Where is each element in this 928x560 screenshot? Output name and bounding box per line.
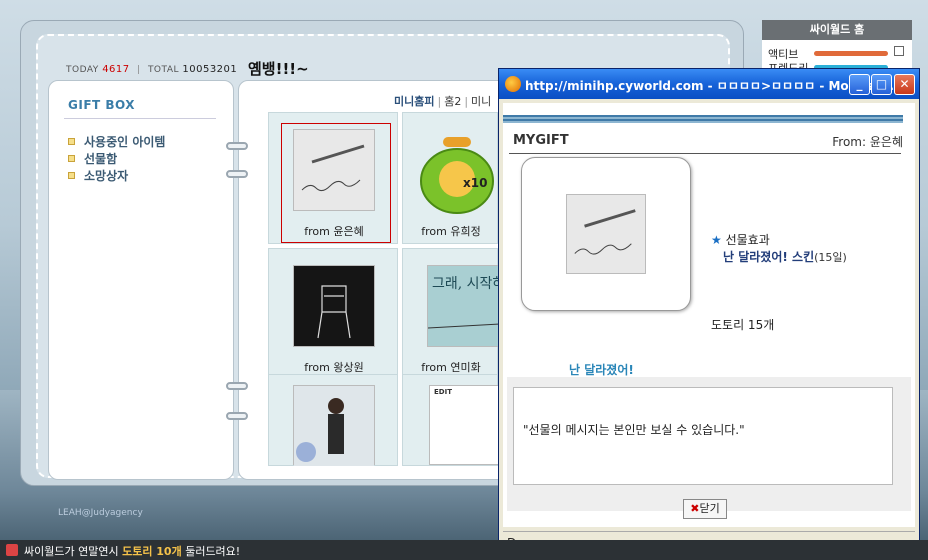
minus-icon[interactable] <box>894 46 904 56</box>
binder-ring <box>226 382 248 390</box>
effect-label: ★ 선물효과 <box>711 231 770 248</box>
total-count: 10053201 <box>182 64 238 75</box>
total-label: TOTAL <box>147 65 179 75</box>
notice-highlight: 도토리 10개 <box>122 545 182 558</box>
effect-duration: (15일) <box>814 251 847 264</box>
gift-item[interactable]: from 왕상원 <box>268 248 398 380</box>
menu-item-label: 소망상자 <box>84 169 129 183</box>
effect-name: 난 달라졌어! 스킨(15일) <box>723 248 847 265</box>
menu-item-label: 사용중인 아이템 <box>84 135 166 149</box>
giftbox-title: GIFT BOX <box>68 98 136 112</box>
pen-handwriting-image <box>566 194 646 274</box>
nav-home2[interactable]: 홈2 <box>444 95 461 108</box>
maximize-button[interactable]: □ <box>871 74 892 95</box>
notice-icon <box>6 544 18 556</box>
gift-item[interactable]: 그래, 시작하는거야 from 연미화 <box>402 248 544 380</box>
sidebar-title: 싸이월드 홈 <box>762 20 912 40</box>
close-label: 닫기 <box>699 502 720 515</box>
minihompy-title: 옘뱅!!!~ <box>248 60 309 78</box>
gift-from: from 연미화 <box>421 361 481 374</box>
credit-text: LEAH@Judyagency <box>58 508 143 518</box>
gift-from: from 윤은혜 <box>304 225 364 238</box>
bullet-icon <box>68 172 75 179</box>
menu-item-in-use[interactable]: 사용중인 아이템 <box>68 133 165 150</box>
binder-ring <box>226 142 248 150</box>
top-nav: 미니홈피 | 홈2 | 미니 <box>394 95 492 108</box>
bullet-icon <box>68 138 75 145</box>
gift-item[interactable]: from 윤은혜 <box>268 112 398 244</box>
star-icon: ★ <box>711 233 722 247</box>
from-label: From: <box>832 135 867 149</box>
gift-from: from 유희정 <box>421 225 481 238</box>
nav-minihompy[interactable]: 미니홈피 <box>394 95 434 108</box>
minimize-button[interactable]: _ <box>849 74 870 95</box>
giftbox-menu: 사용중인 아이템 선물함 소망상자 <box>68 133 165 184</box>
nav-mini[interactable]: 미니 <box>471 95 491 108</box>
notice-text-a: 싸이월드가 연말연시 <box>24 545 123 558</box>
active-bar <box>814 51 888 56</box>
pen-handwriting-image <box>293 129 375 211</box>
today-label: TODAY <box>66 65 99 75</box>
close-window-button[interactable]: ✕ <box>894 74 915 95</box>
bullet-icon <box>68 155 75 162</box>
bottom-notice[interactable]: 싸이월드가 연말연시 도토리 10개 둘러드려요! <box>24 543 240 559</box>
binder-ring <box>226 170 248 178</box>
effect-label-text: 선물효과 <box>725 233 770 247</box>
from-header: From: 윤은혜 <box>832 133 903 150</box>
coin-purse-acorn-image: x10 <box>417 129 499 214</box>
acorn-count: 도토리 15개 <box>711 318 775 332</box>
gift-item[interactable] <box>268 374 398 466</box>
from-name: 윤은혜 <box>869 135 903 149</box>
woman-photo-image <box>293 385 375 466</box>
window-titlebar[interactable]: http://minihp.cyworld.com - ㅁㅁㅁㅁ>ㅁㅁㅁㅁ - … <box>499 69 919 99</box>
gift-item[interactable]: x10 from 유희정 <box>402 112 498 244</box>
chair-sketch-image <box>293 265 375 347</box>
divider <box>64 118 216 119</box>
binder-ring <box>226 412 248 420</box>
firefox-icon <box>505 76 521 92</box>
close-button[interactable]: ✖닫기 <box>683 499 727 519</box>
popup-content: MYGIFT From: 윤은혜 ★ 선물효과 난 달라졌어! 스킨(15일) … <box>503 103 915 527</box>
header-stripe <box>503 115 903 123</box>
badge-text: x10 <box>463 176 487 190</box>
effect-name-text: 난 달라졌어! 스킨 <box>723 250 815 264</box>
popup-heading: MYGIFT <box>513 133 569 148</box>
notice-text-c: 둘러드려요! <box>181 545 241 558</box>
menu-item-label: 선물함 <box>84 152 118 166</box>
today-count: 4617 <box>102 64 130 75</box>
gift-caption: 난 달라졌어! <box>569 363 634 377</box>
gift-from: from 왕상원 <box>304 361 364 374</box>
menu-item-gifts[interactable]: 선물함 <box>68 150 165 167</box>
visitor-counter: TODAY 4617 | TOTAL 10053201 <box>66 64 238 75</box>
image-caption: 그래, 시작하는거야 <box>432 276 500 292</box>
popup-window: http://minihp.cyworld.com - ㅁㅁㅁㅁ>ㅁㅁㅁㅁ - … <box>498 68 920 556</box>
sky-text-image: 그래, 시작하는거야 <box>427 265 544 347</box>
window-title: http://minihp.cyworld.com - ㅁㅁㅁㅁ>ㅁㅁㅁㅁ - … <box>525 79 894 93</box>
gift-preview <box>521 157 691 311</box>
edit-label: EDIT <box>434 388 452 396</box>
message-text: "선물의 메시지는 본인만 보실 수 있습니다." <box>523 423 745 437</box>
edit-box-image: EDIT <box>429 385 501 465</box>
gift-item[interactable]: EDIT <box>402 374 501 466</box>
divider <box>509 153 901 154</box>
menu-item-wishlist[interactable]: 소망상자 <box>68 167 165 184</box>
